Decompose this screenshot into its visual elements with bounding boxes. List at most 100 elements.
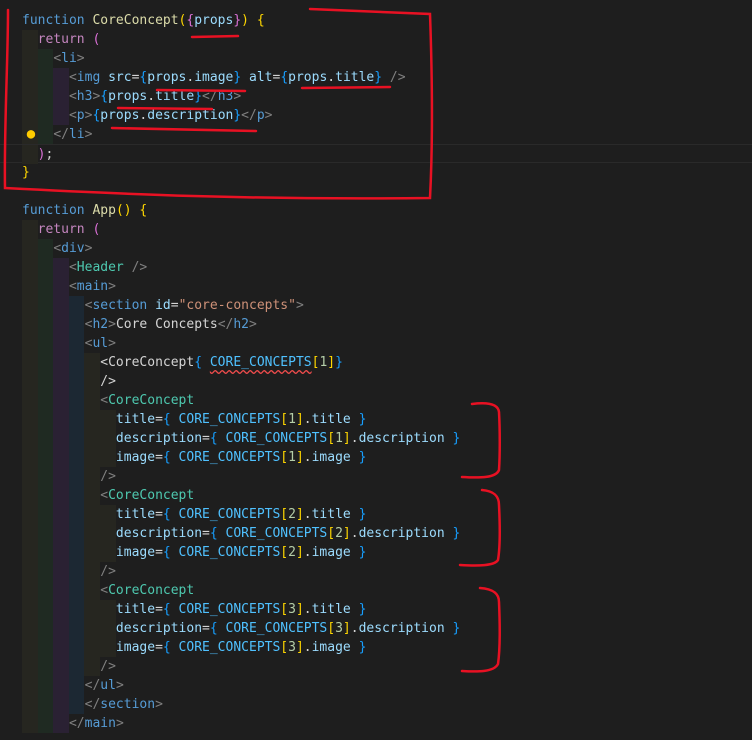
code-line[interactable]: <CoreConcept{ CORE_CONCEPTS[1]}	[0, 353, 752, 372]
code-line[interactable]: />	[0, 467, 752, 486]
code-line[interactable]: image={ CORE_CONCEPTS[2].image }	[0, 543, 752, 562]
code-token: <	[100, 583, 109, 598]
code-line[interactable]: <h3>{props.title}</h3>	[0, 87, 752, 106]
code-line[interactable]: </main>	[0, 714, 752, 733]
code-token: CORE_CONCEPTS	[178, 602, 281, 617]
code-line[interactable]	[0, 182, 752, 201]
code-token: description	[358, 431, 445, 446]
code-token: }	[452, 526, 461, 541]
code-token: main	[84, 716, 116, 731]
code-line[interactable]: description={ CORE_CONCEPTS[2].descripti…	[0, 524, 752, 543]
code-token: <CoreConcept	[100, 355, 195, 370]
code-line[interactable]: return (	[0, 220, 752, 239]
code-line[interactable]: <main>	[0, 277, 752, 296]
code-token: Header	[76, 260, 124, 275]
code-token: .	[303, 640, 312, 655]
code-token: props	[147, 70, 187, 85]
code-token: .	[350, 431, 359, 446]
code-token: />	[389, 70, 406, 85]
code-token: =	[170, 298, 179, 313]
code-line[interactable]: );	[0, 144, 752, 164]
code-line[interactable]: image={ CORE_CONCEPTS[1].image }	[0, 448, 752, 467]
code-line[interactable]: <CoreConcept	[0, 486, 752, 505]
code-token: {	[256, 13, 265, 28]
code-editor[interactable]: function CoreConcept({props}) { return (…	[0, 0, 752, 740]
code-token: function	[22, 203, 93, 218]
code-token: .	[303, 450, 312, 465]
code-line[interactable]: <p>{props.description}</p>	[0, 106, 752, 125]
code-line[interactable]: function CoreConcept({props}) {	[0, 11, 752, 30]
code-token: h2	[92, 317, 109, 332]
code-token: {	[194, 355, 203, 370]
code-token: image	[311, 640, 351, 655]
code-text: description={ CORE_CONCEPTS[2].descripti…	[22, 524, 460, 543]
code-line[interactable]: <CoreConcept	[0, 391, 752, 410]
code-line[interactable]: <div>	[0, 239, 752, 258]
code-token: >	[84, 241, 93, 256]
code-line[interactable]: <Header />	[0, 258, 752, 277]
code-token: (	[115, 203, 124, 218]
code-token: =	[155, 545, 163, 560]
code-token: src	[108, 70, 132, 85]
code-token: =	[202, 621, 210, 636]
code-token: }	[233, 108, 242, 123]
code-token: </	[202, 89, 218, 104]
code-line[interactable]: title={ CORE_CONCEPTS[2].title }	[0, 505, 752, 524]
code-token: main	[76, 279, 109, 294]
code-token: CORE_CONCEPTS	[178, 450, 281, 465]
code-token: )	[123, 203, 132, 218]
code-line[interactable]: />	[0, 562, 752, 581]
code-line[interactable]: image={ CORE_CONCEPTS[3].image }	[0, 638, 752, 657]
code-token: id	[155, 298, 171, 313]
code-line[interactable]: description={ CORE_CONCEPTS[1].descripti…	[0, 429, 752, 448]
code-token: ]	[295, 450, 304, 465]
code-text: <Header />	[22, 258, 147, 277]
code-line[interactable]: }	[0, 163, 752, 182]
code-line[interactable]: <ul>	[0, 334, 752, 353]
code-token: title	[155, 89, 195, 104]
code-line[interactable]: function App() {	[0, 201, 752, 220]
code-line[interactable]: <li>	[0, 49, 752, 68]
code-token: />	[100, 374, 116, 389]
code-line[interactable]: />	[0, 372, 752, 391]
code-token: </	[241, 108, 257, 123]
code-line[interactable]: />	[0, 657, 752, 676]
code-token: Core Concepts	[115, 317, 218, 332]
code-line[interactable]: title={ CORE_CONCEPTS[3].title }	[0, 600, 752, 619]
code-token: {	[162, 640, 171, 655]
code-token: </	[53, 127, 69, 142]
code-line[interactable]: <h2>Core Concepts</h2>	[0, 315, 752, 334]
code-token: <	[68, 89, 77, 104]
code-line[interactable]: title={ CORE_CONCEPTS[1].title }	[0, 410, 752, 429]
code-token: CORE_CONCEPTS	[178, 507, 281, 522]
code-line[interactable]: description={ CORE_CONCEPTS[3].descripti…	[0, 619, 752, 638]
code-text: function CoreConcept({props}) {	[22, 11, 265, 30]
lightbulb-icon[interactable]: ●	[24, 127, 38, 141]
code-token: }	[335, 355, 343, 370]
code-token: alt	[249, 70, 273, 85]
code-text: title={ CORE_CONCEPTS[3].title }	[22, 600, 366, 619]
code-line[interactable]: <CoreConcept	[0, 581, 752, 600]
code-line[interactable]: </ul>	[0, 676, 752, 695]
code-token: function	[22, 13, 93, 28]
code-line[interactable]: </section>	[0, 695, 752, 714]
code-token: li	[68, 127, 85, 142]
code-line[interactable]: <section id="core-concepts">	[0, 296, 752, 315]
code-token: >	[115, 678, 124, 693]
code-line[interactable]: <img src={props.image} alt={props.title}…	[0, 68, 752, 87]
code-line[interactable]: return (	[0, 30, 752, 49]
code-token: ]	[342, 621, 351, 636]
code-line[interactable]: </li>	[0, 125, 752, 144]
code-token: {	[100, 89, 109, 104]
code-text: />	[22, 372, 116, 391]
code-token: [	[327, 621, 336, 636]
